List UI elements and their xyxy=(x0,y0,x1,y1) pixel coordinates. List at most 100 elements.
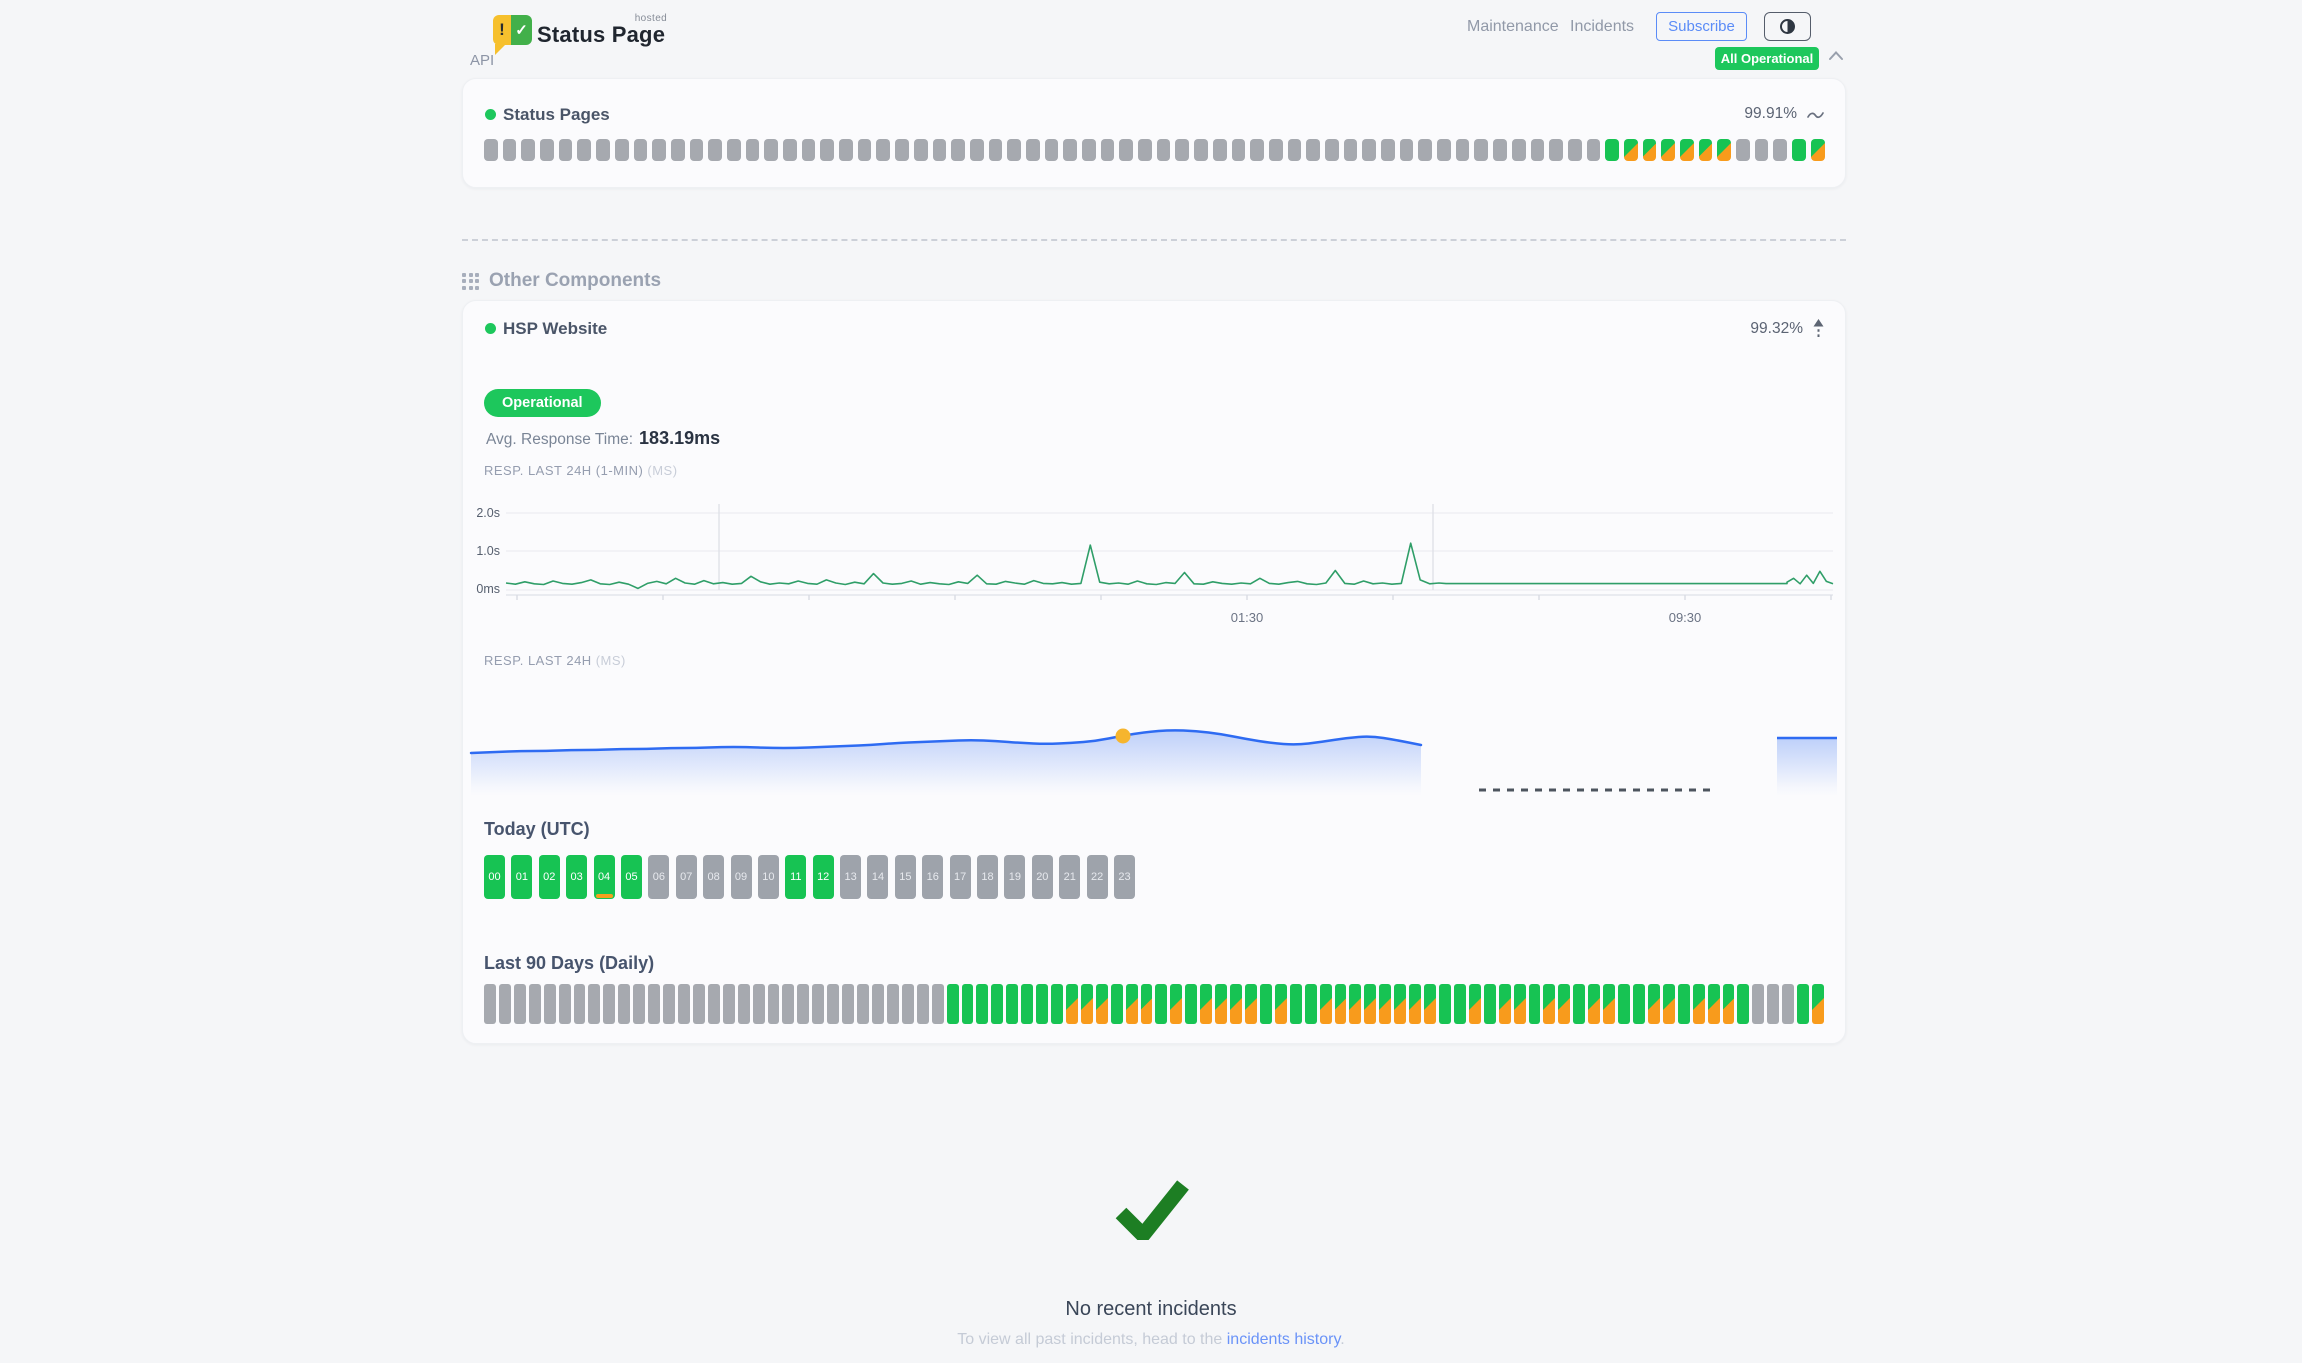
uptime-bar[interactable] xyxy=(1185,984,1197,1024)
uptime-bar[interactable] xyxy=(615,139,629,161)
hour-block-04[interactable]: 04 xyxy=(594,855,615,899)
uptime-bar[interactable] xyxy=(1066,984,1078,1024)
uptime-bar[interactable] xyxy=(783,139,797,161)
uptime-bar[interactable] xyxy=(1812,984,1824,1024)
uptime-bar[interactable] xyxy=(1379,984,1391,1024)
response-1min-chart[interactable] xyxy=(463,496,1847,628)
uptime-bar[interactable] xyxy=(820,139,834,161)
uptime-bar[interactable] xyxy=(1290,984,1302,1024)
uptime-bar[interactable] xyxy=(902,984,914,1024)
uptime-bar[interactable] xyxy=(1573,984,1585,1024)
uptime-bar[interactable] xyxy=(1325,139,1339,161)
uptime-bar[interactable] xyxy=(932,984,944,1024)
uptime-bar[interactable] xyxy=(1157,139,1171,161)
uptime-bar[interactable] xyxy=(1021,984,1033,1024)
uptime-bar[interactable] xyxy=(1335,984,1347,1024)
uptime-bar[interactable] xyxy=(1409,984,1421,1024)
uptime-bar[interactable] xyxy=(1543,984,1555,1024)
hour-block-22[interactable]: 22 xyxy=(1087,855,1108,899)
uptime-bar[interactable] xyxy=(1618,984,1630,1024)
uptime-bar[interactable] xyxy=(1260,984,1272,1024)
uptime-bar[interactable] xyxy=(1605,139,1619,161)
uptime-bar[interactable] xyxy=(1275,984,1287,1024)
uptime-bar[interactable] xyxy=(634,139,648,161)
hour-block-03[interactable]: 03 xyxy=(566,855,587,899)
uptime-bar[interactable] xyxy=(1469,984,1481,1024)
hour-block-01[interactable]: 01 xyxy=(511,855,532,899)
hour-block-07[interactable]: 07 xyxy=(676,855,697,899)
hour-block-08[interactable]: 08 xyxy=(703,855,724,899)
hour-block-12[interactable]: 12 xyxy=(813,855,834,899)
uptime-bar[interactable] xyxy=(857,984,869,1024)
uptime-bar[interactable] xyxy=(1661,139,1675,161)
uptime-bar[interactable] xyxy=(1568,139,1582,161)
uptime-bar[interactable] xyxy=(1699,139,1713,161)
hour-block-13[interactable]: 13 xyxy=(840,855,861,899)
uptime-bar[interactable] xyxy=(947,984,959,1024)
uptime-bar[interactable] xyxy=(1499,984,1511,1024)
uptime-bar[interactable] xyxy=(690,139,704,161)
uptime-bar[interactable] xyxy=(1782,984,1794,1024)
uptime-bar[interactable] xyxy=(521,139,535,161)
uptime-bar[interactable] xyxy=(797,984,809,1024)
uptime-bar[interactable] xyxy=(544,984,556,1024)
uptime-bar[interactable] xyxy=(1381,139,1395,161)
uptime-bar[interactable] xyxy=(1680,139,1694,161)
hour-block-19[interactable]: 19 xyxy=(1004,855,1025,899)
uptime-bar[interactable] xyxy=(1424,984,1436,1024)
hour-block-02[interactable]: 02 xyxy=(539,855,560,899)
uptime-bar[interactable] xyxy=(1400,139,1414,161)
uptime-bar[interactable] xyxy=(1456,139,1470,161)
response-daily-chart[interactable] xyxy=(463,701,1847,801)
hour-block-11[interactable]: 11 xyxy=(785,855,806,899)
uptime-bar[interactable] xyxy=(708,139,722,161)
uptime-bar[interactable] xyxy=(753,984,765,1024)
uptime-bar[interactable] xyxy=(678,984,690,1024)
uptime-bar[interactable] xyxy=(633,984,645,1024)
uptime-bar[interactable] xyxy=(1717,139,1731,161)
uptime-bar[interactable] xyxy=(1708,984,1720,1024)
uptime-bar[interactable] xyxy=(648,984,660,1024)
uptime-bar[interactable] xyxy=(1026,139,1040,161)
uptime-bar[interactable] xyxy=(1439,984,1451,1024)
uptime-bar[interactable] xyxy=(603,984,615,1024)
uptime-bar[interactable] xyxy=(1306,139,1320,161)
uptime-bar[interactable] xyxy=(1752,984,1764,1024)
uptime-bar[interactable] xyxy=(1648,984,1660,1024)
uptime-bar[interactable] xyxy=(802,139,816,161)
uptime-bar[interactable] xyxy=(962,984,974,1024)
hour-block-00[interactable]: 00 xyxy=(484,855,505,899)
uptime-bar[interactable] xyxy=(1126,984,1138,1024)
nav-incidents[interactable]: Incidents xyxy=(1570,18,1634,36)
uptime-bar[interactable] xyxy=(951,139,965,161)
uptime-bar[interactable] xyxy=(514,984,526,1024)
uptime-bar[interactable] xyxy=(933,139,947,161)
uptime-bar[interactable] xyxy=(577,139,591,161)
uptime-bar[interactable] xyxy=(529,984,541,1024)
hour-block-23[interactable]: 23 xyxy=(1114,855,1135,899)
uptime-bar[interactable] xyxy=(1514,984,1526,1024)
uptime-bar[interactable] xyxy=(1663,984,1675,1024)
uptime-bar[interactable] xyxy=(1170,984,1182,1024)
uptime-bar[interactable] xyxy=(1175,139,1189,161)
uptime-bar[interactable] xyxy=(1230,984,1242,1024)
uptime-bar[interactable] xyxy=(1474,139,1488,161)
uptime-bar[interactable] xyxy=(503,139,517,161)
hour-block-14[interactable]: 14 xyxy=(867,855,888,899)
uptime-bar[interactable] xyxy=(1587,139,1601,161)
uptime-bar[interactable] xyxy=(1558,984,1570,1024)
incidents-history-link[interactable]: incidents history xyxy=(1227,1331,1341,1348)
uptime-bar[interactable] xyxy=(1213,139,1227,161)
hour-block-10[interactable]: 10 xyxy=(758,855,779,899)
uptime-bar[interactable] xyxy=(1305,984,1317,1024)
uptime-bar[interactable] xyxy=(1362,139,1376,161)
uptime-bar[interactable] xyxy=(1767,984,1779,1024)
uptime-bar[interactable] xyxy=(1081,984,1093,1024)
uptime-bar[interactable] xyxy=(1200,984,1212,1024)
uptime-bar[interactable] xyxy=(1493,139,1507,161)
uptime-bar[interactable] xyxy=(693,984,705,1024)
uptime-bar[interactable] xyxy=(1119,139,1133,161)
uptime-bar[interactable] xyxy=(991,984,1003,1024)
uptime-bar[interactable] xyxy=(1245,984,1257,1024)
uptime-bar[interactable] xyxy=(970,139,984,161)
